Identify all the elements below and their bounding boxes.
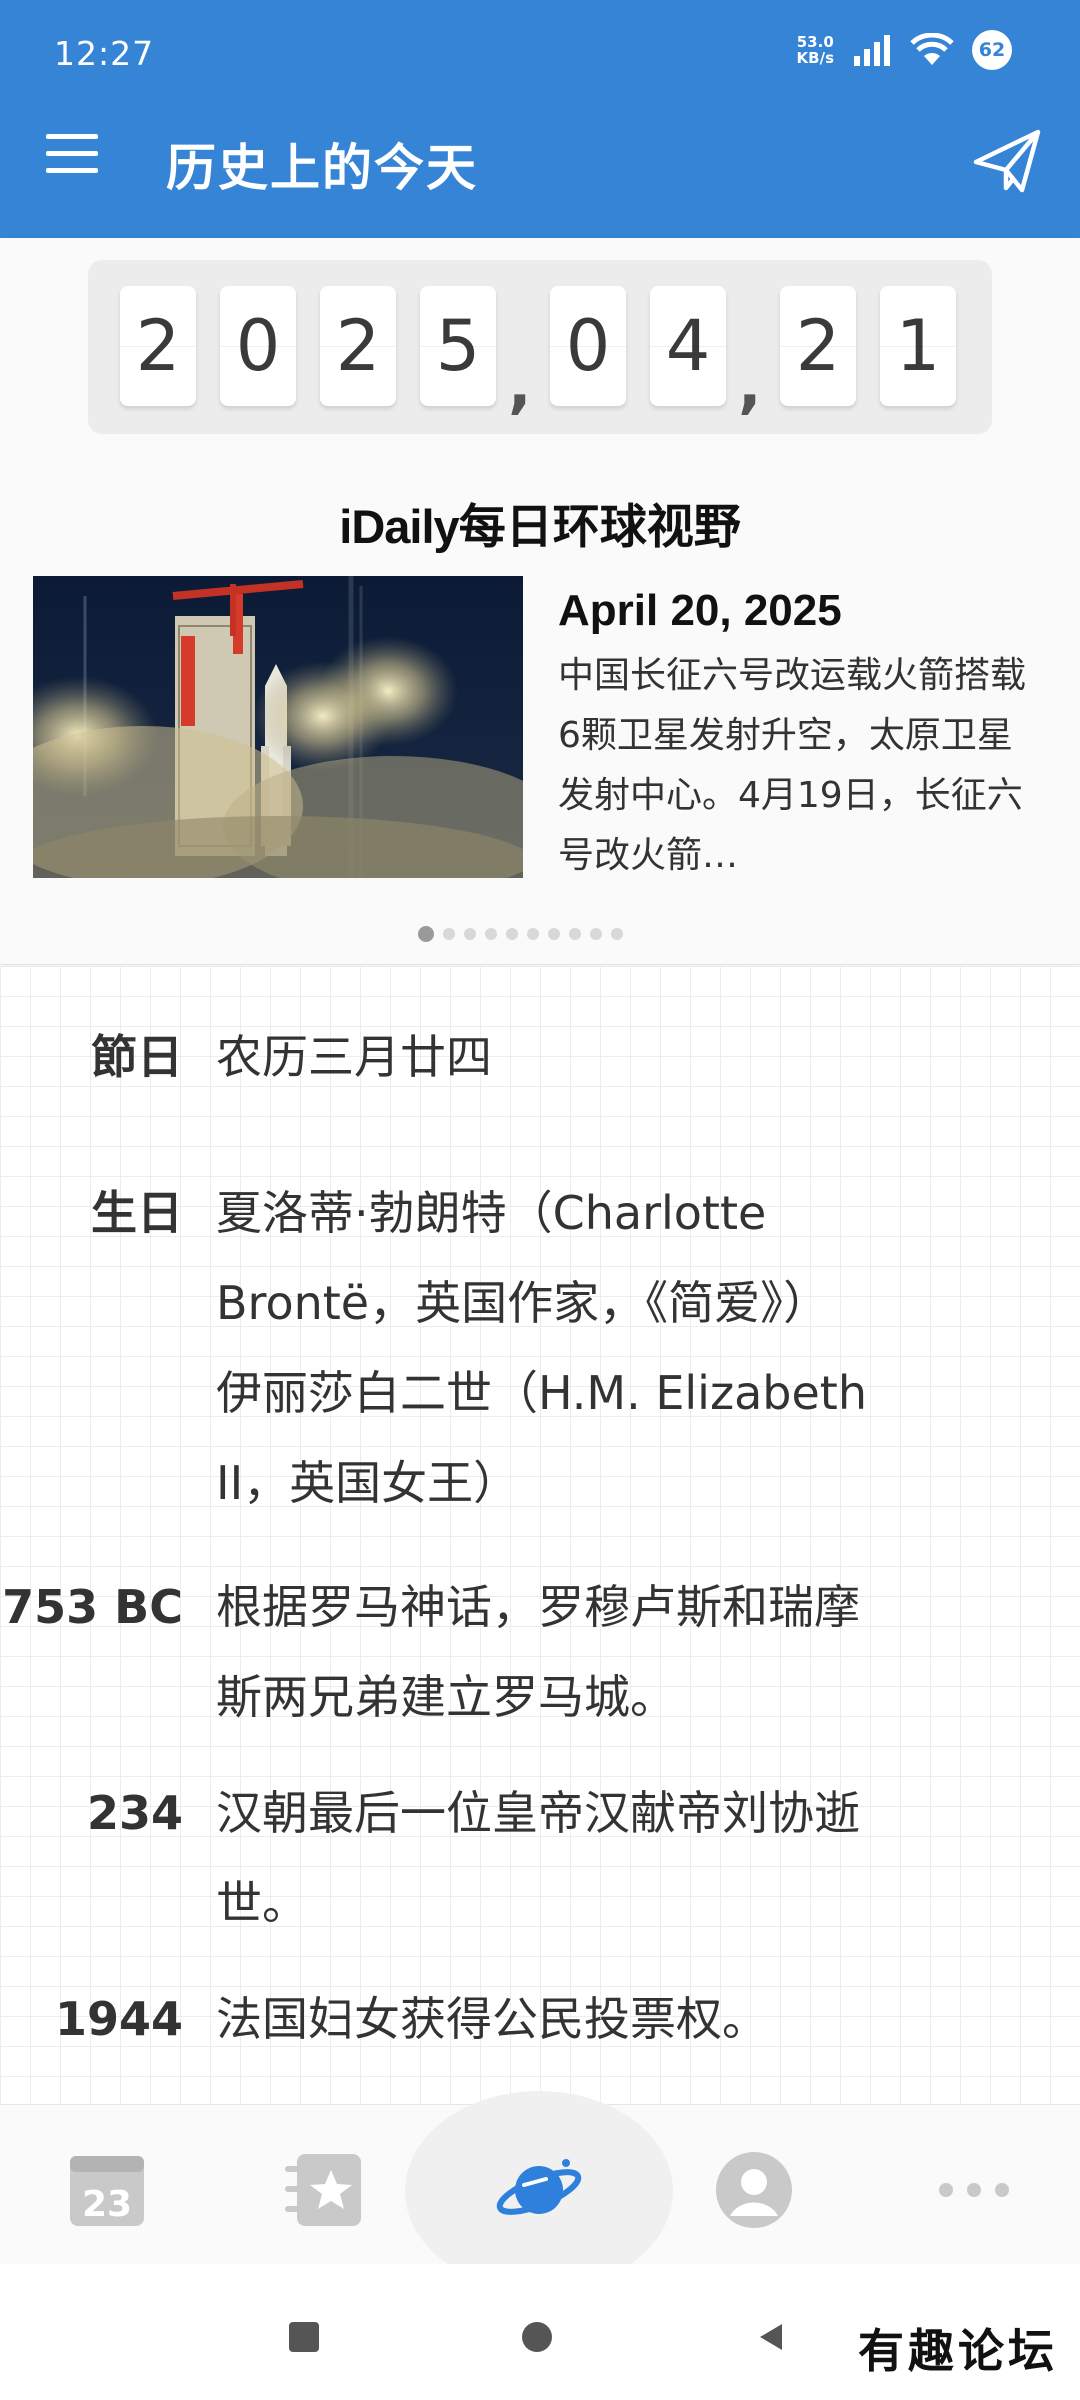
nav-more[interactable] — [934, 2150, 1014, 2230]
nav-explore[interactable] — [494, 2145, 584, 2235]
carousel-dot — [443, 928, 455, 940]
more-icon — [939, 2183, 1009, 2197]
forum-watermark: 有趣论坛 — [858, 2324, 1058, 2378]
event-text: 汉朝最后一位皇帝汉献帝刘协逝 世。 — [216, 1786, 860, 1930]
status-icons: 53.0 KB/s 62 — [797, 30, 1012, 70]
menu-icon — [46, 134, 98, 139]
date-digit: 5 — [420, 286, 496, 406]
carousel-dot — [548, 928, 560, 940]
battery-badge: 62 — [972, 30, 1012, 70]
event-label: 生日 — [91, 1186, 183, 1240]
date-digit: 4 — [650, 286, 726, 406]
calendar-icon: 23 — [70, 2156, 144, 2226]
menu-button[interactable] — [46, 134, 106, 184]
nav-calendar[interactable]: 23 — [67, 2150, 147, 2230]
nav-favorites[interactable] — [283, 2150, 363, 2230]
event-label: 節日 — [91, 1030, 183, 1084]
bottom-navigation: 23 — [0, 2091, 1080, 2291]
event-label: 1944 — [54, 1992, 183, 2046]
news-summary[interactable]: 中国长征六号改运载火箭搭载6颗卫星发射升空，太原卫星发射中心。4月19日，长征六… — [558, 646, 1038, 886]
back-button[interactable] — [756, 2322, 784, 2356]
carousel-indicator — [418, 926, 623, 942]
carousel-dot — [485, 928, 497, 940]
wifi-icon — [910, 33, 954, 65]
paper-plane-icon — [973, 129, 1041, 193]
event-label: 753 BC — [2, 1580, 183, 1634]
event-text: 夏洛蒂·勃朗特（Charlotte Brontë，英国作家，《简爱》） 伊丽莎白… — [216, 1186, 867, 1510]
profile-icon — [716, 2152, 792, 2228]
carousel-dot — [464, 928, 476, 940]
date-separator: , — [508, 348, 532, 421]
share-button[interactable] — [972, 126, 1044, 196]
event-text: 农历三月廿四 — [216, 1030, 492, 1084]
carousel-dot — [590, 928, 602, 940]
favorites-icon — [285, 2154, 361, 2226]
date-digit: 2 — [320, 286, 396, 406]
event-label: 234 — [86, 1786, 183, 1840]
carousel-dot — [611, 928, 623, 940]
news-date: April 20, 2025 — [558, 586, 842, 635]
date-digit: 0 — [550, 286, 626, 406]
daily-header-card: 2 0 2 5 , 0 4 , 2 1 iDaily每日环球视野 April 2… — [0, 238, 1080, 965]
svg-text:23: 23 — [82, 2184, 132, 2225]
brand-title: iDaily每日环球视野 — [339, 500, 741, 555]
date-digit: 0 — [220, 286, 296, 406]
status-time: 12:27 — [54, 34, 155, 73]
event-text: 法国妇女获得公民投票权。 — [216, 1992, 768, 2046]
carousel-dot-active — [418, 926, 434, 942]
recents-button[interactable] — [289, 2322, 319, 2352]
page-title: 历史上的今天 — [166, 139, 478, 197]
event-text: 根据罗马神话，罗穆卢斯和瑞摩 斯两兄弟建立罗马城。 — [216, 1580, 860, 1724]
carousel-dot — [527, 928, 539, 940]
carousel-dot — [506, 928, 518, 940]
planet-icon — [496, 2159, 582, 2215]
back-icon — [760, 2324, 782, 2350]
app-bar: 12:27 53.0 KB/s 62 历史上的今天 — [0, 0, 1080, 238]
nav-profile[interactable] — [714, 2150, 794, 2230]
network-speed: 53.0 KB/s — [796, 33, 834, 67]
carousel-dot — [569, 928, 581, 940]
signal-icon — [854, 35, 890, 66]
date-digit: 2 — [120, 286, 196, 406]
date-digit: 2 — [780, 286, 856, 406]
rocket-launch-image — [33, 576, 523, 878]
date-display[interactable]: 2 0 2 5 , 0 4 , 2 1 — [88, 260, 992, 434]
home-button[interactable] — [522, 2322, 552, 2352]
date-digit: 1 — [880, 286, 956, 406]
date-separator: , — [738, 348, 762, 421]
news-image[interactable] — [33, 576, 523, 878]
events-list[interactable]: 節日 农历三月廿四 生日 夏洛蒂·勃朗特（Charlotte Brontë，英国… — [0, 966, 1080, 2104]
